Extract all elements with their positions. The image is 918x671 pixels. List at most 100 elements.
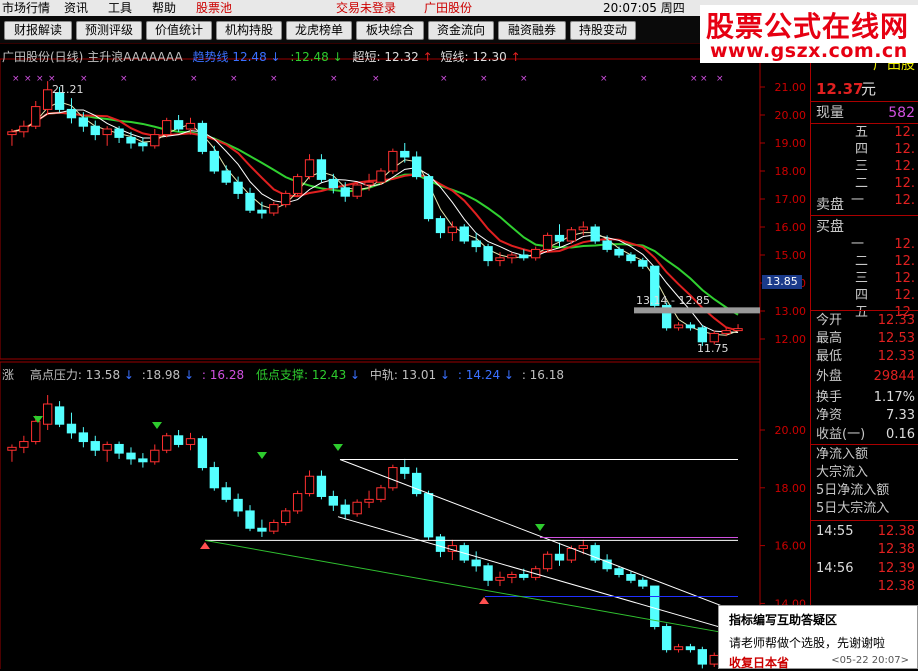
buy-level-1: 二 12.: [811, 253, 918, 271]
tick-0-label: 14:55: [816, 524, 854, 539]
toolbar-button-8[interactable]: 持股变动: [570, 21, 636, 40]
menu-tools[interactable]: 工具: [108, 0, 132, 16]
sell-level-label: 三: [855, 159, 869, 174]
upper-candle: [7, 131, 17, 136]
resist-arrow-icon: ↓: [184, 368, 195, 382]
lower-candle: [685, 646, 696, 651]
stat-1-value: 12.53: [877, 331, 915, 346]
lower-candle: [673, 646, 684, 651]
lower-candle: [638, 579, 648, 587]
mid-rail-value: 13.01: [401, 368, 437, 382]
range-label: 13.14 - 12.85: [636, 294, 710, 307]
menu-help[interactable]: 帮助: [152, 0, 176, 16]
upper-candle: [209, 150, 219, 172]
kline-chart[interactable]: 21.0020.0019.0018.0017.0016.0015.0014.00…: [0, 44, 810, 669]
upper-candle: [578, 226, 588, 231]
upper-candle: [162, 120, 172, 136]
ultra-short-arrow-icon: ↑: [422, 50, 433, 64]
lower-candle: [423, 493, 434, 538]
toolbar-button-5[interactable]: 板块综合: [356, 21, 424, 40]
toolbar-button-6[interactable]: 资金流向: [428, 21, 494, 40]
range-band: [634, 307, 760, 314]
flow-3-label: 5日大宗流入: [816, 501, 890, 516]
formula-name: 主升浪AAAAAAA: [87, 50, 183, 64]
popup-body[interactable]: 请老师帮做个选股，先谢谢啦: [729, 634, 885, 651]
stat-5-value: 7.33: [886, 408, 915, 423]
trend-line: [11, 111, 739, 316]
stat-6-label: 收益(一): [816, 427, 866, 442]
low-price-label: 11.75: [697, 342, 729, 355]
upper-candle: [269, 204, 279, 214]
forum-popup[interactable]: 指标编写互助答疑区 请老师帮做个选股，先谢谢啦 收复日本省 <05-22 20:…: [718, 605, 918, 670]
lower-candle: [602, 559, 612, 570]
signal-mark: ×: [600, 74, 608, 84]
lower-candle: [364, 498, 374, 503]
lower-candle: [554, 553, 565, 561]
upper-candle: [292, 176, 303, 194]
lower-candle: [292, 493, 303, 512]
upper-ylabel: 21.00: [775, 81, 807, 94]
stat-6-value: 0.16: [886, 427, 915, 442]
upper-candle: [185, 122, 196, 130]
popup-title[interactable]: 指标编写互助答疑区: [729, 611, 837, 628]
chart-canvas[interactable]: 21.0020.0019.0018.0017.0016.0015.0014.00…: [0, 44, 810, 669]
lower-candle: [566, 547, 577, 561]
menu-news[interactable]: 资讯: [64, 0, 88, 16]
toolbar-button-2[interactable]: 价值统计: [146, 21, 212, 40]
upper-ylabel: 16.00: [775, 221, 807, 234]
signal-mark: ×: [12, 74, 20, 84]
lower-ylabel: 18.00: [775, 482, 807, 495]
up-arrow-icon: [479, 597, 489, 604]
clock: 20:07:05 周四: [603, 1, 685, 15]
tick-0: 14:55 12.38: [811, 523, 918, 541]
lower-candle: [388, 467, 398, 489]
upper-ylabel: 12.00: [775, 333, 807, 346]
signal-mark: ×: [700, 74, 708, 84]
lower-candle: [66, 423, 77, 434]
short-arrow-icon: ↑: [510, 50, 521, 64]
lower-candle: [614, 568, 624, 575]
signal-mark: ×: [36, 74, 44, 84]
support-arrow-icon: ↓: [350, 368, 361, 382]
tick-3-value: 12.38: [877, 579, 915, 594]
lower-candle: [126, 452, 136, 460]
buy-level-2: 三 12.: [811, 270, 918, 288]
white-value: : 16.18: [521, 368, 565, 382]
stat-2: 最低 12.33: [811, 348, 918, 366]
lower-candle: [352, 501, 362, 515]
sell-level-label: 五: [855, 125, 869, 140]
menu-stock-pool[interactable]: 股票池: [196, 0, 232, 16]
lower-candle: [411, 472, 422, 495]
high-pressure-label: 高点压力:: [29, 368, 82, 382]
upper-candle: [31, 106, 41, 127]
lower-candle: [31, 420, 41, 443]
signal-mark: ×: [190, 74, 198, 84]
upper-frame: [0, 58, 761, 360]
lower-candle: [340, 504, 350, 515]
menu-market[interactable]: 市场行情: [2, 0, 50, 16]
upper-candle: [626, 254, 636, 262]
upper-candle: [733, 328, 743, 332]
ultra-short-value: 12.32: [384, 50, 419, 64]
mid-rail-label: 中轨:: [369, 368, 398, 382]
sell-level-price: 12.: [894, 142, 915, 157]
toolbar-button-0[interactable]: 财报解读: [4, 21, 72, 40]
upper-candle: [257, 209, 267, 214]
upper-candle: [519, 254, 529, 259]
resist-value: :18.98: [141, 368, 181, 382]
lower-candle: [269, 521, 279, 532]
toolbar-button-1[interactable]: 预测评级: [76, 21, 142, 40]
short-line: [11, 109, 739, 333]
toolbar-button-7[interactable]: 融资融券: [498, 21, 566, 40]
upper-candle: [471, 240, 481, 248]
toolbar-button-4[interactable]: 龙虎榜单: [286, 21, 352, 40]
upper-candle: [173, 120, 184, 130]
toolbar-button-3[interactable]: 机构持股: [216, 21, 282, 40]
lower-candle: [185, 438, 196, 445]
logo-title: 股票公式在线网: [706, 10, 910, 43]
stat-1-label: 最高: [816, 331, 843, 346]
signal-mark: ×: [690, 74, 698, 84]
upper-candle: [102, 128, 112, 136]
tick-0-value: 12.38: [877, 524, 915, 539]
lower-candle: [197, 438, 208, 469]
